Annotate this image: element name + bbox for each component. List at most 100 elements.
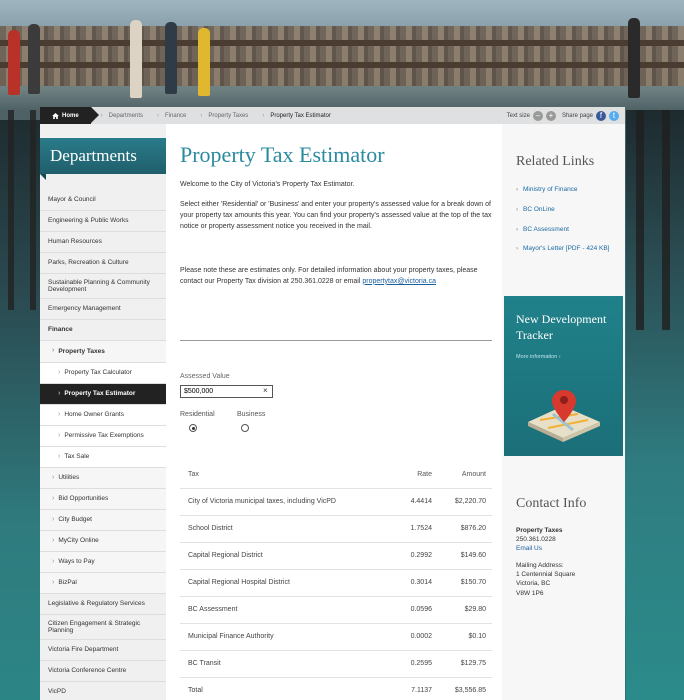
nav-bizpal[interactable]: › BizPal — [40, 573, 166, 594]
breadcrumb-property-taxes[interactable]: Property Taxes — [198, 107, 260, 124]
residential-label: Residential — [180, 411, 215, 418]
departments-nav: Mayor & Council Engineering & Public Wor… — [40, 190, 166, 700]
nav-tax-sale[interactable]: › Tax Sale — [40, 447, 166, 468]
nav-label: City Budget — [58, 516, 92, 524]
breadcrumb-current: Property Tax Estimator — [260, 107, 343, 124]
tax-amount: $3,556.85 — [438, 676, 492, 700]
tax-name: School District — [180, 514, 392, 542]
text-larger-button[interactable]: + — [545, 110, 556, 121]
nav-engineering[interactable]: Engineering & Public Works — [40, 211, 166, 232]
facebook-icon[interactable]: f — [596, 110, 606, 121]
related-link[interactable]: BC OnLine — [516, 206, 616, 215]
nav-parks-recreation[interactable]: Parks, Recreation & Culture — [40, 253, 166, 274]
nav-vicpd[interactable]: VicPD — [40, 682, 166, 700]
departments-sidebar: Departments Mayor & Council Engineering … — [40, 124, 166, 700]
breadcrumb-finance[interactable]: Finance — [155, 107, 198, 124]
nav-label: Tax Sale — [64, 453, 90, 461]
nav-finance[interactable]: Finance — [40, 320, 166, 341]
tax-amount: $129.75 — [438, 649, 492, 677]
nav-mycity-online[interactable]: › MyCity Online — [40, 531, 166, 552]
table-row: City of Victoria municipal taxes, includ… — [180, 487, 492, 515]
nav-property-taxes[interactable]: › Property Taxes — [40, 341, 166, 363]
column-header-amount: Amount — [461, 471, 486, 479]
email-link[interactable]: propertytax@victoria.ca — [362, 278, 436, 285]
text-smaller-button[interactable]: – — [532, 110, 543, 121]
table-row: Capital Regional Hospital District 0.301… — [180, 568, 492, 596]
tax-name: City of Victoria municipal taxes, includ… — [180, 487, 392, 515]
tax-amount: $876.20 — [438, 514, 492, 542]
assessed-value-input[interactable] — [180, 385, 273, 398]
clear-icon[interactable]: × — [263, 386, 268, 395]
table-row: School District 1.7524 $876.20 — [180, 514, 492, 542]
related-link[interactable]: BC Assessment — [516, 226, 616, 235]
nav-citizen-engagement[interactable]: Citizen Engagement & Strategic Planning — [40, 615, 166, 640]
promo-more-link[interactable]: More information › — [516, 354, 561, 360]
chevron-right-icon: › — [52, 557, 55, 565]
tax-rate: 0.0596 — [392, 595, 438, 623]
pier-rail-top — [0, 40, 684, 46]
promo-title: New Development Tracker — [516, 312, 607, 342]
divider — [180, 340, 492, 341]
nav-permissive-tax-exemptions[interactable]: › Permissive Tax Exemptions — [40, 426, 166, 447]
chevron-right-icon: › — [58, 410, 61, 418]
nav-human-resources[interactable]: Human Resources — [40, 232, 166, 253]
business-radio[interactable] — [241, 424, 249, 432]
photo-person — [628, 18, 640, 98]
tax-name: Capital Regional District — [180, 541, 392, 569]
nav-label: MyCity Online — [58, 537, 99, 545]
tax-name: Municipal Finance Authority — [180, 622, 392, 650]
page-title: Property Tax Estimator — [180, 142, 385, 167]
nav-sustainable-planning[interactable]: Sustainable Planning & Community Develop… — [40, 274, 166, 299]
nav-label: Property Tax Estimator — [64, 390, 136, 398]
photo-person — [8, 30, 20, 95]
nav-home-owner-grants[interactable]: › Home Owner Grants — [40, 405, 166, 426]
table-total-row: Total 7.1137 $3,556.85 — [180, 676, 492, 700]
related-link[interactable]: Mayor's Letter [PDF - 424 KB] — [516, 245, 616, 254]
nav-label: Property Taxes — [58, 347, 105, 355]
column-header-rate: Rate — [417, 471, 432, 479]
intro-text: Welcome to the City of Victoria's Proper… — [180, 181, 355, 188]
related-links-heading: Related Links — [516, 154, 595, 169]
residential-radio[interactable] — [189, 424, 197, 432]
tax-name: Capital Regional Hospital District — [180, 568, 392, 596]
nav-property-tax-calculator[interactable]: › Property Tax Calculator — [40, 363, 166, 384]
main-panel: Departments Mayor & Council Engineering … — [40, 124, 625, 700]
chevron-right-icon: › — [52, 515, 55, 523]
chevron-right-icon: › — [58, 431, 61, 439]
main-content: Property Tax Estimator Welcome to the Ci… — [180, 124, 492, 700]
business-label: Business — [237, 411, 266, 418]
nav-conference-centre[interactable]: Victoria Conference Centre — [40, 661, 166, 682]
nav-city-budget[interactable]: › City Budget — [40, 510, 166, 531]
pier-rail-bottom — [0, 62, 684, 68]
assessed-value-label: Assessed Value — [180, 373, 230, 380]
nav-property-tax-estimator[interactable]: › Property Tax Estimator — [40, 384, 166, 405]
breadcrumb: Home Departments Finance Property Taxes … — [40, 107, 625, 124]
contact-department: Property Taxes — [516, 527, 563, 534]
photo-person — [165, 22, 177, 94]
related-link[interactable]: Ministry of Finance — [516, 186, 616, 195]
share-page-label: Share page — [561, 112, 593, 119]
breadcrumb-departments[interactable]: Departments — [99, 107, 155, 124]
chevron-right-icon: › — [58, 452, 61, 460]
contact-email-link[interactable]: Email Us — [516, 544, 616, 553]
nav-label: Ways to Pay — [58, 558, 95, 566]
tax-name: Total — [180, 676, 392, 700]
nav-mayor-council[interactable]: Mayor & Council — [40, 190, 166, 211]
nav-utilities[interactable]: › Utilities — [40, 468, 166, 489]
tax-amount: $150.70 — [438, 568, 492, 596]
column-header-tax: Tax — [188, 471, 199, 479]
twitter-icon[interactable]: t — [609, 110, 619, 121]
right-sidebar: Related Links Ministry of Finance BC OnL… — [502, 124, 625, 700]
photo-person — [28, 24, 40, 94]
address-line-2: Victoria, BC — [516, 580, 551, 588]
mailing-address-label: Mailing Address: — [516, 562, 564, 570]
nav-bid-opportunities[interactable]: › Bid Opportunities — [40, 489, 166, 510]
development-tracker-promo[interactable]: New Development Tracker More information… — [504, 296, 623, 456]
nav-legislative[interactable]: Legislative & Regulatory Services — [40, 594, 166, 615]
nav-emergency-management[interactable]: Emergency Management — [40, 299, 166, 320]
tax-rate: 0.3014 — [392, 568, 438, 596]
nav-fire-department[interactable]: Victoria Fire Department — [40, 640, 166, 661]
breadcrumb-home[interactable]: Home — [40, 107, 99, 124]
nav-ways-to-pay[interactable]: › Ways to Pay — [40, 552, 166, 573]
photo-person — [198, 28, 210, 96]
